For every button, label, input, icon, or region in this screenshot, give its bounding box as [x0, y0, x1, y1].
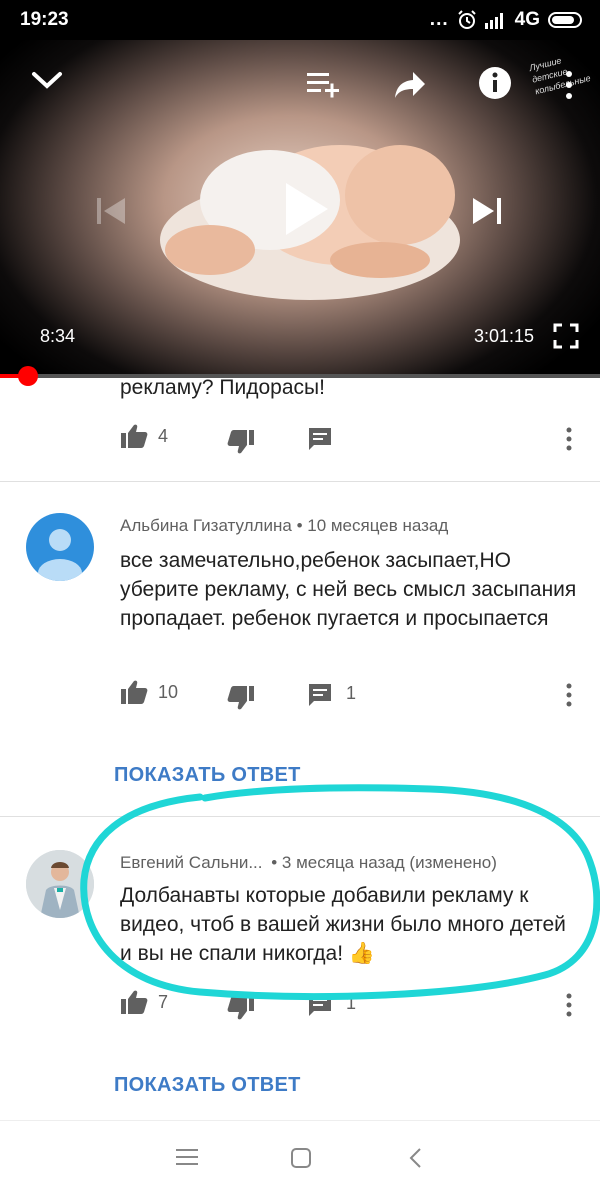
comment-age: • 3 месяца назад (изменено) — [271, 853, 497, 872]
like-button[interactable]: 4 — [120, 423, 168, 449]
show-reply-button[interactable]: ПОКАЗАТЬ ОТВЕТ — [114, 764, 301, 787]
divider — [0, 481, 600, 482]
comment-actions: 7 1 — [120, 989, 580, 1021]
comment-text: Долбанавты которые добавили рекламу к ви… — [120, 881, 580, 968]
dislike-button[interactable] — [227, 685, 255, 711]
comment-more-icon[interactable] — [565, 427, 573, 451]
like-button[interactable]: 10 — [120, 679, 178, 705]
thumbs-down-icon — [227, 996, 254, 1020]
comment-actions: 10 1 — [120, 679, 580, 711]
reply-count: 1 — [346, 992, 357, 1013]
reply-button[interactable] — [308, 427, 332, 451]
like-count: 7 — [158, 991, 169, 1012]
signal-icon — [484, 13, 503, 29]
thumbs-up-emoji: 👍 — [348, 942, 376, 965]
minimize-chevron-icon[interactable] — [30, 68, 64, 92]
user-photo-avatar — [26, 850, 94, 918]
reply-button[interactable]: 1 — [308, 993, 356, 1017]
battery-icon — [548, 12, 582, 28]
thumbs-up-icon — [121, 990, 148, 1014]
info-icon[interactable] — [478, 66, 512, 100]
comment-body: Долбанавты которые добавили рекламу к ви… — [120, 884, 566, 965]
avatar[interactable] — [26, 513, 94, 581]
thumbs-down-icon — [227, 686, 254, 710]
default-avatar-icon — [38, 529, 82, 581]
like-button[interactable]: 7 — [120, 989, 168, 1015]
thumbs-up-icon — [121, 424, 148, 448]
comment-icon — [309, 428, 331, 450]
dislike-button[interactable] — [227, 429, 255, 455]
comment-header: Альбина Гизатуллина • 10 месяцев назад — [120, 516, 448, 536]
thumbs-up-icon — [121, 680, 148, 704]
reply-button[interactable]: 1 — [308, 683, 356, 707]
more-options-icon[interactable] — [565, 70, 573, 100]
comment-text: все замечательно,ребенок засыпает,НО убе… — [120, 549, 577, 630]
show-reply-button[interactable]: ПОКАЗАТЬ ОТВЕТ — [114, 1074, 301, 1097]
reply-count: 1 — [346, 682, 357, 703]
comment-actions: 4 — [120, 423, 580, 455]
add-to-queue-icon[interactable] — [305, 70, 341, 98]
comment-icon — [309, 684, 331, 706]
comment-author[interactable]: Евгений Сальни... — [120, 853, 263, 872]
play-icon[interactable] — [282, 180, 330, 238]
like-count: 10 — [158, 681, 179, 702]
channel-watermark: Лучшие детские колыбельные — [528, 55, 592, 97]
more-notifications-icon: ... — [429, 9, 449, 30]
menu-icon[interactable] — [176, 1147, 198, 1167]
previous-icon[interactable] — [94, 194, 128, 228]
alarm-icon — [457, 10, 476, 29]
status-time: 19:23 — [20, 9, 69, 30]
network-type: 4G — [514, 9, 540, 30]
back-icon[interactable] — [408, 1147, 424, 1169]
total-time: 3:01:15 — [473, 326, 534, 346]
comment-icon — [309, 994, 331, 1016]
avatar[interactable] — [26, 850, 94, 918]
status-bar: 19:23 ... 4G — [0, 0, 600, 40]
next-icon[interactable] — [470, 194, 504, 228]
progress-scrubber[interactable] — [18, 366, 39, 386]
comment-more-icon[interactable] — [565, 993, 573, 1017]
comment-author[interactable]: Альбина Гизатуллина — [120, 516, 292, 535]
comment-age: • 10 месяцев назад — [296, 516, 449, 535]
comment-header: Евгений Сальни... • 3 месяца назад (изме… — [120, 853, 497, 873]
navigation-bar — [0, 1120, 600, 1199]
share-icon[interactable] — [393, 70, 427, 100]
home-icon[interactable] — [290, 1147, 312, 1169]
fullscreen-icon[interactable] — [553, 323, 579, 349]
dislike-button[interactable] — [227, 995, 255, 1021]
thumbs-down-icon — [227, 430, 254, 454]
like-count: 4 — [158, 425, 169, 446]
current-time: 8:34 — [40, 326, 76, 346]
video-player[interactable]: Лучшие детские колыбельные 8:34 3:01:15 — [0, 40, 600, 376]
comment-more-icon[interactable] — [565, 683, 573, 707]
comment-text: рекламу? Пидорасы! — [120, 376, 325, 399]
divider — [0, 816, 600, 817]
